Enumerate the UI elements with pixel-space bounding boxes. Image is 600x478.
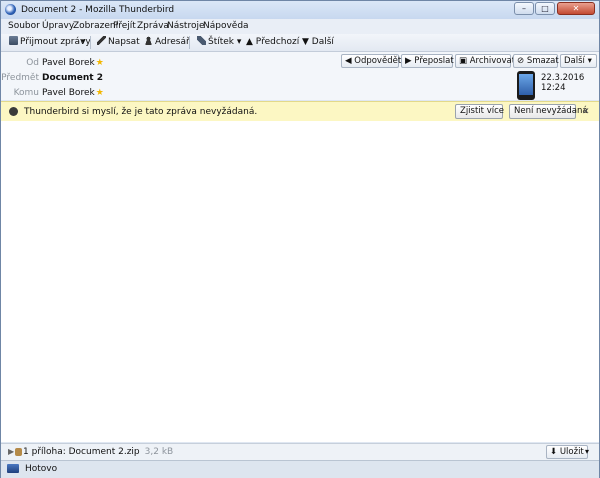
arrow-up-icon: ▲: [246, 37, 256, 47]
toolbar-separator: [90, 36, 91, 49]
attachment-name: 1 příloha: Document 2.zip: [23, 447, 140, 457]
save-label: Uložit: [559, 447, 584, 457]
menu-soubor[interactable]: Soubor: [8, 21, 40, 31]
to-value[interactable]: Pavel Borek★: [42, 88, 104, 98]
save-icon: ⬇: [550, 447, 560, 457]
from-value[interactable]: Pavel Borek★: [42, 58, 104, 68]
forward-label: Přeposlat: [414, 56, 454, 66]
main-toolbar: Přijmout zprávy ▾ Napsat Adresář Štítek …: [1, 34, 599, 52]
menu-prejit[interactable]: Přejít: [113, 21, 136, 31]
contacts-icon: [144, 36, 153, 45]
junk-notification-bar: Thunderbird si myslí, že je tato zpráva …: [1, 101, 599, 122]
archive-button[interactable]: ▣ Archivovat: [455, 54, 515, 68]
get-mail-button[interactable]: Přijmout zprávy: [9, 36, 91, 49]
next-label: Další: [311, 37, 334, 47]
close-icon[interactable]: ✕: [582, 107, 590, 117]
menu-upravy[interactable]: Úpravy: [42, 21, 74, 31]
from-label: Od: [26, 58, 39, 68]
message-body[interactable]: [1, 121, 599, 442]
to-name: Pavel Borek: [42, 88, 95, 98]
get-mail-dropdown[interactable]: ▾: [81, 36, 86, 49]
tag-icon: [197, 36, 206, 45]
reply-label: Odpovědět: [354, 56, 402, 66]
attachment-summary[interactable]: 1 příloha: Document 2.zip 3,2 kB: [23, 447, 173, 457]
arrow-down-icon: ▼: [302, 37, 312, 47]
thunderbird-logo-icon: [5, 4, 16, 15]
reply-icon: ◀: [345, 56, 355, 66]
to-label: Komu: [13, 88, 39, 98]
forward-icon: ▶: [405, 56, 415, 66]
menu-bar: Soubor Úpravy Zobrazení Přejít Zpráva Ná…: [1, 19, 599, 34]
subject-value: Document 2: [42, 73, 103, 83]
junk-message: Thunderbird si myslí, že je tato zpráva …: [24, 107, 258, 117]
sender-photo: [517, 71, 535, 100]
menu-zobrazeni[interactable]: Zobrazení: [73, 21, 118, 31]
menu-nastroje[interactable]: Nástroje: [167, 21, 205, 31]
archive-label: Archivovat: [469, 56, 516, 66]
thunderbird-window: Document 2 - Mozilla Thunderbird – □ ✕ S…: [0, 0, 600, 478]
more-label: Další: [564, 56, 585, 66]
tag-label: Štítek: [208, 37, 235, 47]
window-title: Document 2 - Mozilla Thunderbird: [21, 5, 175, 15]
status-bar: Hotovo: [1, 460, 599, 478]
from-name: Pavel Borek: [42, 58, 95, 68]
minimize-button[interactable]: –: [514, 2, 534, 15]
expand-triangle-icon[interactable]: ▶: [8, 447, 14, 456]
junk-flame-icon: [9, 107, 18, 116]
more-button[interactable]: Další ▾: [560, 54, 597, 68]
previous-button[interactable]: ▲ Předchozí: [246, 36, 299, 49]
write-label: Napsat: [108, 37, 140, 47]
chevron-down-icon: ▾: [81, 37, 86, 47]
not-junk-button[interactable]: Není nevyžádaná: [509, 104, 588, 119]
forward-button[interactable]: ▶ Přeposlat: [401, 54, 454, 68]
subject-label: Předmět: [1, 73, 39, 83]
paperclip-icon: [15, 448, 22, 456]
download-icon: [9, 36, 18, 45]
archive-icon: ▣: [459, 56, 470, 66]
chevron-down-icon: ▾: [234, 37, 242, 47]
tag-button[interactable]: Štítek ▾: [197, 36, 241, 49]
status-text: Hotovo: [25, 464, 58, 474]
delete-icon: ⊘: [517, 56, 527, 66]
reply-button[interactable]: ◀ Odpovědět: [341, 54, 402, 68]
addressbook-label: Adresář: [155, 37, 190, 47]
phone-image-icon: [519, 74, 533, 95]
message-header: Od Pavel Borek★ Předmět Document 2 Komu …: [1, 52, 599, 100]
online-status-icon[interactable]: [7, 464, 19, 473]
delete-label: Smazat: [526, 56, 559, 66]
attachment-size: 3,2 kB: [144, 447, 174, 457]
pencil-icon: [97, 36, 106, 45]
attachment-bar: ▶ 1 příloha: Document 2.zip 3,2 kB ⬇ Ulož…: [1, 443, 599, 460]
menu-zprava[interactable]: Zpráva: [137, 21, 169, 31]
close-button[interactable]: ✕: [557, 2, 595, 15]
maximize-button[interactable]: □: [535, 2, 555, 15]
title-bar: Document 2 - Mozilla Thunderbird – □ ✕: [1, 1, 599, 19]
menu-napoveda[interactable]: Nápověda: [203, 21, 249, 31]
star-icon[interactable]: ★: [96, 58, 104, 68]
chevron-down-icon[interactable]: ▾: [585, 447, 589, 456]
save-button[interactable]: ⬇ Uložit: [546, 445, 588, 459]
addressbook-button[interactable]: Adresář: [144, 36, 190, 49]
chevron-down-icon: ▾: [584, 56, 592, 66]
previous-label: Předchozí: [255, 37, 300, 47]
next-button[interactable]: ▼ Další: [302, 36, 334, 49]
star-icon[interactable]: ★: [96, 88, 104, 98]
write-button[interactable]: Napsat: [97, 36, 140, 49]
message-date: 22.3.2016 12:24: [541, 73, 585, 93]
learn-more-button[interactable]: Zjistit více: [455, 104, 504, 119]
delete-button[interactable]: ⊘ Smazat: [513, 54, 559, 68]
toolbar-separator: [189, 36, 190, 49]
